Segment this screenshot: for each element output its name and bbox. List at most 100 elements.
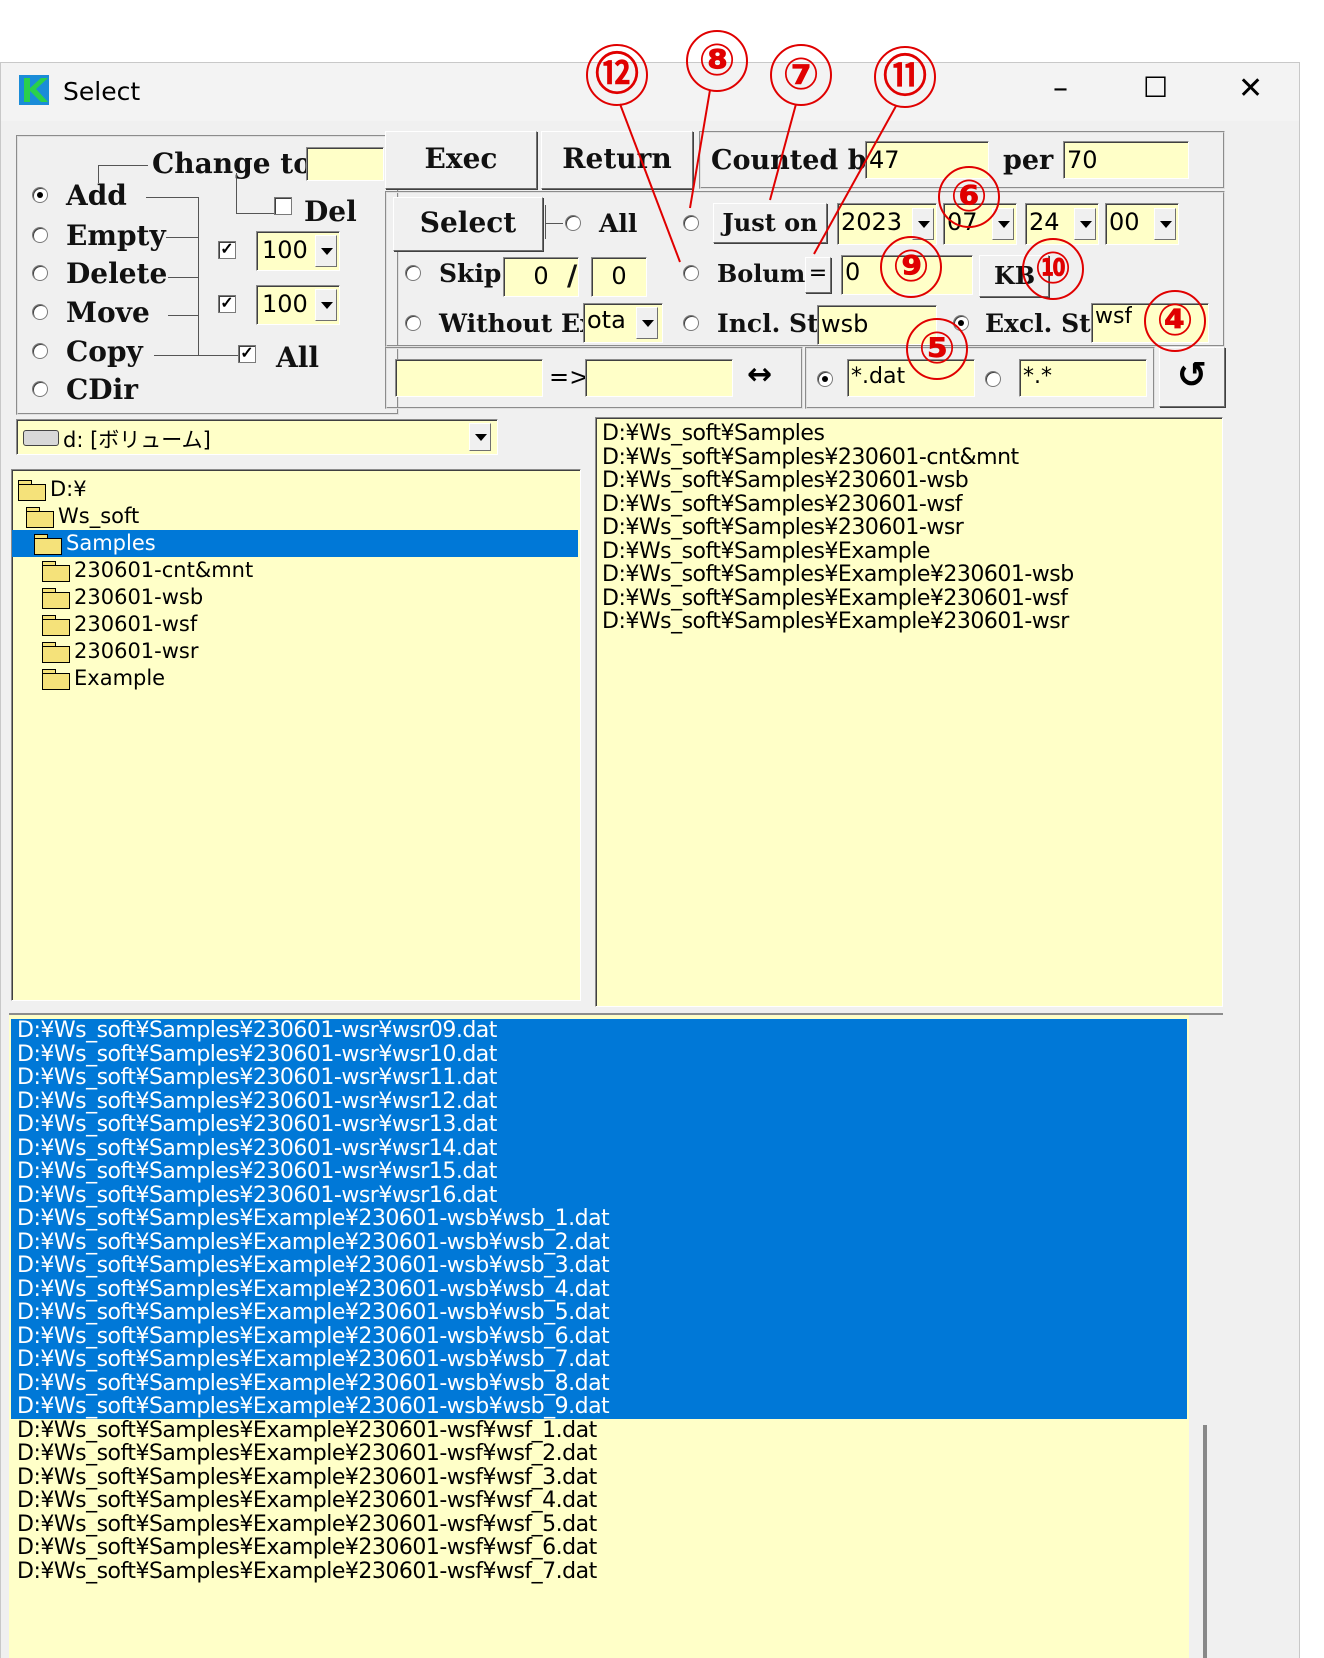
combo1-checkbox[interactable]: ✓: [218, 241, 236, 259]
mode-radio-delete[interactable]: [32, 265, 48, 281]
pattern2-field[interactable]: *.*: [1019, 359, 1147, 397]
annotation-marker-12: ⑫: [586, 44, 648, 106]
directory-list-item[interactable]: D:¥Ws_soft¥Samples¥230601-wsf: [602, 492, 1074, 517]
tree-item[interactable]: D:¥: [12, 476, 578, 503]
rename-to-field[interactable]: [585, 359, 733, 397]
return-button[interactable]: Return: [541, 131, 693, 189]
file-list-item[interactable]: D:¥Ws_soft¥Samples¥Example¥230601-wsb¥ws…: [11, 1324, 1187, 1348]
per-field[interactable]: 70: [1063, 141, 1189, 179]
file-list-item[interactable]: D:¥Ws_soft¥Samples¥Example¥230601-wsf¥ws…: [11, 1489, 1187, 1513]
hour-select[interactable]: 00: [1105, 203, 1179, 245]
file-list-item[interactable]: D:¥Ws_soft¥Samples¥Example¥230601-wsb¥ws…: [11, 1371, 1187, 1395]
chevron-down-icon[interactable]: [469, 423, 491, 451]
directory-list[interactable]: D:¥Ws_soft¥Samples D:¥Ws_soft¥Samples¥230…: [595, 417, 1223, 1007]
directory-list-item[interactable]: D:¥Ws_soft¥Samples: [602, 422, 1074, 446]
tree-item[interactable]: Example: [12, 665, 578, 692]
mode-radio-cdir[interactable]: [32, 381, 48, 397]
incl-str-radio[interactable]: [683, 315, 699, 331]
chevron-down-icon[interactable]: [315, 235, 337, 267]
chevron-down-icon[interactable]: [1154, 208, 1176, 240]
combo2-checkbox[interactable]: ✓: [218, 295, 236, 313]
file-list-item[interactable]: D:¥Ws_soft¥Samples¥230601-wsr¥wsr14.dat: [11, 1136, 1187, 1160]
file-list-item[interactable]: D:¥Ws_soft¥Samples¥Example¥230601-wsf¥ws…: [11, 1559, 1187, 1584]
without-ext-radio[interactable]: [405, 315, 421, 331]
directory-list-item[interactable]: D:¥Ws_soft¥Samples¥230601-wsr: [602, 516, 1074, 540]
file-list-item[interactable]: D:¥Ws_soft¥Samples¥230601-wsr¥wsr13.dat: [11, 1113, 1187, 1137]
tree-item[interactable]: 230601-cnt&mnt: [12, 557, 578, 584]
swap-icon[interactable]: ↔: [747, 357, 772, 392]
mode-label-empty: Empty: [66, 219, 166, 252]
annotation-marker-8: ⑧: [686, 30, 748, 92]
maximize-icon[interactable]: ☐: [1143, 71, 1168, 104]
without-ext-select[interactable]: ota: [583, 303, 663, 343]
all-radio[interactable]: [565, 215, 581, 231]
tree-item[interactable]: 230601-wsb: [12, 584, 578, 611]
file-list-item[interactable]: D:¥Ws_soft¥Samples¥Example¥230601-wsf¥ws…: [11, 1465, 1187, 1490]
scrollbar-thumb[interactable]: [1203, 1425, 1207, 1658]
file-list-item[interactable]: D:¥Ws_soft¥Samples¥Example¥230601-wsb¥ws…: [11, 1254, 1187, 1278]
file-list-item[interactable]: D:¥Ws_soft¥Samples¥Example¥230601-wsf¥ws…: [11, 1418, 1187, 1443]
minimize-icon[interactable]: –: [1053, 71, 1068, 106]
skip-to-field[interactable]: 0: [591, 257, 647, 297]
chevron-down-icon[interactable]: [315, 289, 337, 321]
mode-radio-move[interactable]: [32, 304, 48, 320]
directory-list-item[interactable]: D:¥Ws_soft¥Samples¥Example¥230601-wsf: [602, 586, 1074, 611]
file-list-item[interactable]: D:¥Ws_soft¥Samples¥Example¥230601-wsb¥ws…: [11, 1277, 1187, 1301]
file-list-item[interactable]: D:¥Ws_soft¥Samples¥Example¥230601-wsb¥ws…: [11, 1348, 1187, 1372]
file-list-item[interactable]: D:¥Ws_soft¥Samples¥Example¥230601-wsf¥ws…: [11, 1512, 1187, 1537]
rename-from-field[interactable]: [395, 359, 543, 397]
file-list-item[interactable]: D:¥Ws_soft¥Samples¥230601-wsr¥wsr11.dat: [11, 1066, 1187, 1090]
directory-list-item[interactable]: D:¥Ws_soft¥Samples¥Example¥230601-wsr: [602, 610, 1074, 634]
tree-item[interactable]: Samples: [12, 530, 578, 557]
exec-button[interactable]: Exec: [385, 131, 537, 189]
chevron-down-icon[interactable]: [1074, 208, 1096, 240]
file-list-item[interactable]: D:¥Ws_soft¥Samples¥Example¥230601-wsb¥ws…: [11, 1301, 1187, 1325]
pattern1-radio[interactable]: [817, 371, 833, 387]
file-list-item[interactable]: D:¥Ws_soft¥Samples¥230601-wsr¥wsr15.dat: [11, 1160, 1187, 1184]
file-list-item[interactable]: D:¥Ws_soft¥Samples¥230601-wsr¥wsr10.dat: [11, 1042, 1187, 1066]
directory-list-item[interactable]: D:¥Ws_soft¥Samples¥Example: [602, 539, 1074, 564]
file-list-scrollbar[interactable]: [1189, 1015, 1223, 1658]
tree-item[interactable]: 230601-wsf: [12, 611, 578, 638]
file-list-item[interactable]: D:¥Ws_soft¥Samples¥230601-wsr¥wsr09.dat: [11, 1019, 1187, 1043]
tree-item-label: D:¥: [50, 477, 87, 501]
directory-list-item[interactable]: D:¥Ws_soft¥Samples¥230601-wsb: [602, 469, 1074, 493]
file-list-item[interactable]: D:¥Ws_soft¥Samples¥Example¥230601-wsb¥ws…: [11, 1230, 1187, 1254]
drive-select[interactable]: d: [ボリューム]: [16, 419, 498, 455]
tree-item[interactable]: 230601-wsr: [12, 638, 578, 665]
chevron-down-icon[interactable]: [912, 208, 934, 240]
file-list-item[interactable]: D:¥Ws_soft¥Samples¥230601-wsr¥wsr16.dat: [11, 1183, 1187, 1207]
file-list-item[interactable]: D:¥Ws_soft¥Samples¥230601-wsr¥wsr12.dat: [11, 1089, 1187, 1113]
skip-radio[interactable]: [405, 265, 421, 281]
mode-radio-empty[interactable]: [32, 227, 48, 243]
mode-radio-copy[interactable]: [32, 343, 48, 359]
del-checkbox[interactable]: [274, 197, 292, 215]
tree-item-label: 230601-wsf: [74, 612, 198, 636]
mode-radio-add[interactable]: [32, 187, 48, 203]
file-list-item[interactable]: D:¥Ws_soft¥Samples¥Example¥230601-wsf¥ws…: [11, 1536, 1187, 1560]
file-list-item[interactable]: D:¥Ws_soft¥Samples¥Example¥230601-wsb¥ws…: [11, 1395, 1187, 1419]
refresh-button[interactable]: ↺: [1159, 347, 1225, 407]
close-icon[interactable]: ✕: [1238, 71, 1263, 106]
tree-item[interactable]: Ws_soft: [12, 503, 578, 530]
folder-tree[interactable]: D:¥ Ws_soft Samples 230601-cnt&mnt 230601-ws…: [11, 469, 581, 1001]
file-list-item[interactable]: D:¥Ws_soft¥Samples¥Example¥230601-wsb¥ws…: [11, 1207, 1187, 1231]
rename-arrow: =>: [549, 363, 590, 391]
directory-list-item[interactable]: D:¥Ws_soft¥Samples¥230601-cnt&mnt: [602, 445, 1074, 470]
combo1-select[interactable]: 100: [256, 231, 340, 271]
tree-item-label: Example: [74, 666, 166, 690]
just-on-button[interactable]: Just on: [713, 203, 827, 243]
pattern2-radio[interactable]: [985, 371, 1001, 387]
chevron-down-icon[interactable]: [636, 307, 658, 339]
all-checkbox[interactable]: ✓: [238, 345, 256, 363]
select-button[interactable]: Select: [393, 197, 543, 251]
bolume-radio[interactable]: [683, 265, 699, 281]
change-to-field[interactable]: [306, 147, 384, 181]
file-list-item[interactable]: D:¥Ws_soft¥Samples¥Example¥230601-wsf¥ws…: [11, 1442, 1187, 1466]
just-on-radio[interactable]: [683, 215, 699, 231]
bolume-operator-button[interactable]: =: [805, 257, 831, 293]
mode-label-copy: Copy: [66, 335, 143, 368]
combo2-select[interactable]: 100: [256, 285, 340, 325]
directory-list-item[interactable]: D:¥Ws_soft¥Samples¥Example¥230601-wsb: [602, 563, 1074, 587]
file-list[interactable]: D:¥Ws_soft¥Samples¥230601-wsr¥wsr09.dat D…: [9, 1013, 1223, 1658]
